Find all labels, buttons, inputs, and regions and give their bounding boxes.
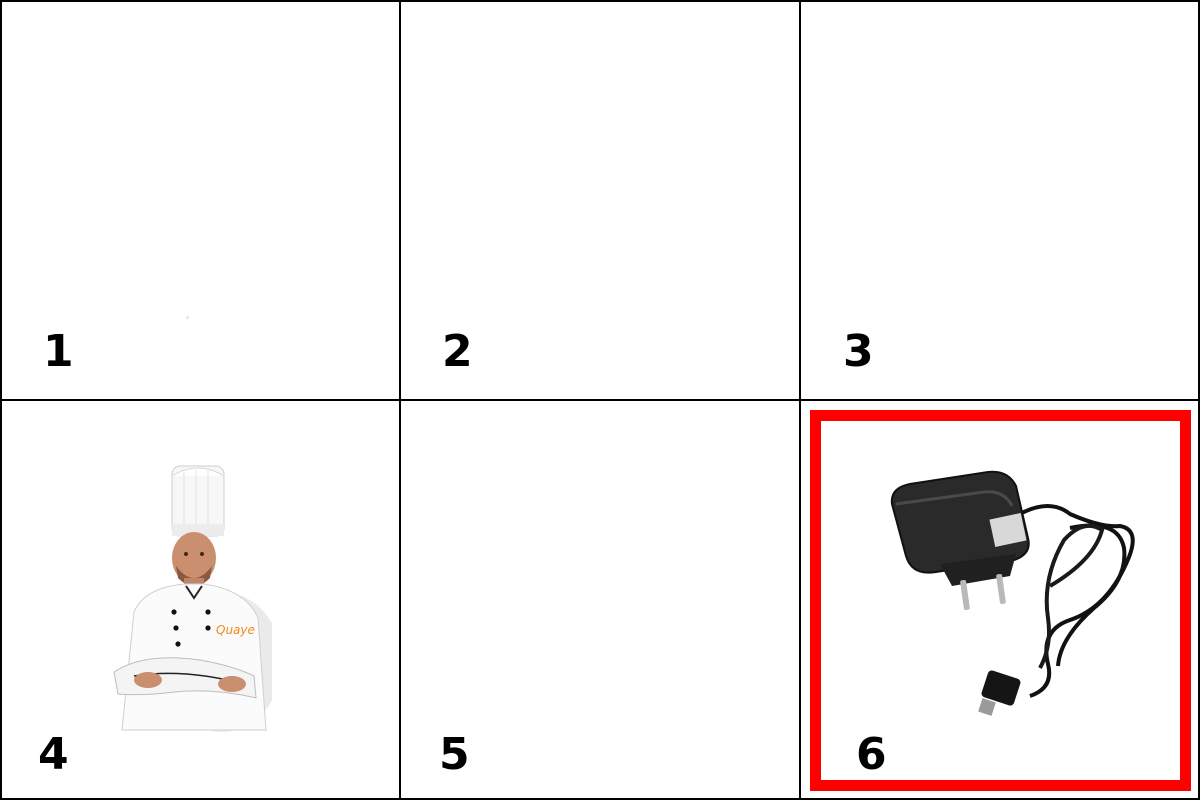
cell-number-1: 1 (43, 326, 74, 377)
cell-number-4: 4 (38, 729, 69, 780)
cell-number-3: 3 (843, 326, 874, 377)
cell-number-6: 6 (856, 729, 887, 780)
cell-number-5: 5 (439, 729, 470, 780)
chef-logo-mark: Quaye (216, 623, 255, 637)
cell-1-speck (186, 316, 189, 319)
chef-image: Quaye (113, 465, 272, 732)
cell-number-2: 2 (442, 326, 473, 377)
